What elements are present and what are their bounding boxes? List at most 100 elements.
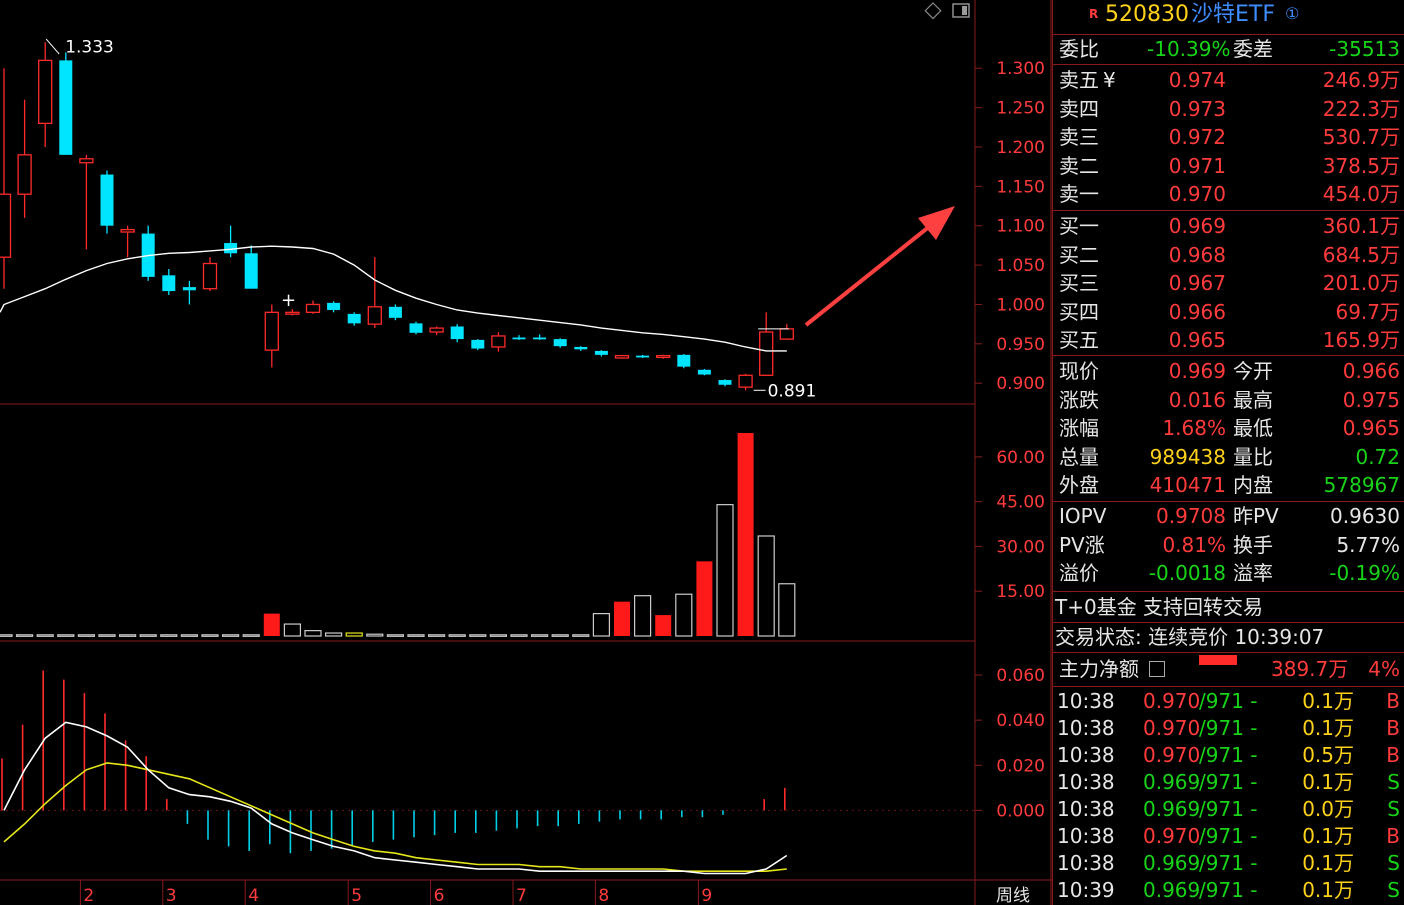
volume-bar: [489, 634, 507, 637]
volume-bar: [77, 634, 96, 637]
tick-ref: /971 -: [1199, 851, 1258, 875]
volume-bar: [139, 634, 157, 637]
tick-volume: 0.0万: [1302, 797, 1354, 821]
price-tick-label: 0.950: [996, 335, 1045, 355]
tick-volume: 0.1万: [1302, 770, 1354, 794]
tick-row[interactable]: 10:38 0.970/971 - 0.5万 B: [1057, 742, 1400, 769]
wc-value: -35513: [1329, 37, 1400, 61]
tick-volume: 0.5万: [1302, 743, 1354, 767]
volume-bar: [57, 634, 75, 637]
tick-side: S: [1387, 797, 1400, 821]
ask-row: 卖一 0.970 454.0万: [1057, 180, 1400, 208]
tick-price: 0.969: [1143, 797, 1201, 821]
ask-row: 卖四 0.973 222.3万: [1057, 95, 1400, 123]
wb-label: 委比: [1059, 37, 1099, 61]
tick-time: 10:38: [1057, 743, 1115, 767]
tick-time: 10:38: [1057, 689, 1115, 713]
candle-body: [182, 287, 196, 291]
stat-value: 989438: [1149, 444, 1226, 469]
volume-bar: [655, 615, 672, 636]
volume-bar: [778, 583, 796, 637]
candle-body: [491, 335, 506, 348]
tick-row[interactable]: 10:38 0.969/971 - 0.1万 S: [1057, 769, 1400, 796]
iopv-label-2: 溢率: [1233, 561, 1273, 586]
candle-body: [100, 174, 114, 226]
volume-bar: [222, 634, 240, 637]
bid-price: 0.967: [1168, 271, 1226, 296]
ask-label: 卖五: [1059, 68, 1099, 92]
tick-price: 0.970: [1143, 824, 1201, 848]
iopv-label-2: 换手: [1233, 532, 1273, 557]
volume-bar: [160, 634, 178, 637]
tick-volume: 0.1万: [1302, 824, 1354, 848]
stat-row: 涨跌 0.016 最高 0.975: [1057, 386, 1400, 414]
tick-row[interactable]: 10:38 0.969/971 - 0.0万 S: [1057, 796, 1400, 823]
ask-row: 卖二 0.971 378.5万: [1057, 152, 1400, 180]
security-name[interactable]: 沙特ETF: [1191, 0, 1275, 30]
price-tick-label: 1.150: [996, 177, 1045, 197]
ask-volume: 222.3万: [1322, 96, 1400, 121]
stat-label-2: 量比: [1233, 444, 1273, 469]
stat-row: 外盘 410471 内盘 578967: [1057, 471, 1400, 499]
bid-volume: 360.1万: [1322, 214, 1400, 238]
macd-tick-label: 0.020: [996, 756, 1045, 776]
stat-row: 总量 989438 量比 0.72: [1057, 443, 1400, 471]
iopv-label-2: 昨PV: [1233, 504, 1279, 528]
main-flow-row[interactable]: 主力净额 389.7万 4%: [1057, 655, 1400, 683]
tick-time: 10:38: [1057, 851, 1115, 875]
ask-price: 0.972: [1168, 125, 1226, 150]
stat-label: 现价: [1059, 359, 1099, 383]
bid-row: 买四 0.966 69.7万: [1057, 298, 1400, 326]
bid-label: 买四: [1059, 299, 1099, 324]
tick-ref: /971 -: [1199, 689, 1258, 713]
month-label: 8: [598, 886, 609, 905]
stat-label: 涨幅: [1059, 416, 1099, 441]
volume-bar: [407, 634, 425, 637]
tick-row[interactable]: 10:38 0.970/971 - 0.1万 B: [1057, 688, 1400, 715]
tick-side: B: [1386, 743, 1400, 767]
wc-label: 委差: [1233, 37, 1273, 61]
bid-label: 买五: [1059, 328, 1099, 353]
tick-price: 0.969: [1143, 770, 1201, 794]
tick-price: 0.970: [1143, 689, 1201, 713]
month-label: 4: [248, 886, 259, 905]
candle-body: [327, 302, 341, 310]
stat-value-2: 0.72: [1355, 444, 1400, 469]
volume-bar: [201, 634, 219, 637]
fund-note-text: T+0基金 支持回转交易: [1055, 595, 1264, 619]
period-label[interactable]: 周线: [996, 886, 1030, 905]
candle-body: [120, 229, 135, 233]
tick-row[interactable]: 10:39 0.969/971 - 0.1万 S: [1057, 877, 1400, 904]
volume-bar: [469, 634, 487, 637]
volume-bar: [36, 634, 54, 637]
candle-body: [285, 311, 300, 315]
kline-chart-panel[interactable]: 1.333 0.891 + 1.300 1.250 1.200 1.150 1.100 1.0…: [0, 0, 1052, 905]
volume-bar: [386, 634, 404, 637]
kline-chart[interactable]: 1.333 0.891 + 1.300 1.250 1.200 1.150 1.100 1.0…: [0, 0, 1052, 905]
volume-bar: [633, 595, 652, 637]
candle-body: [264, 311, 279, 351]
tick-ref: /971 -: [1199, 878, 1258, 902]
stat-value: 1.68%: [1162, 416, 1226, 441]
tick-row[interactable]: 10:38 0.969/971 - 0.1万 S: [1057, 850, 1400, 877]
candle-body: [388, 306, 402, 318]
bid-label: 买三: [1059, 271, 1099, 296]
stat-label-2: 内盘: [1233, 473, 1273, 498]
iopv-value-2: 0.9630: [1330, 504, 1400, 528]
stat-row: 现价 0.969 今开 0.966: [1057, 357, 1400, 385]
tick-row[interactable]: 10:38 0.970/971 - 0.1万 B: [1057, 715, 1400, 742]
volume-bar: [263, 613, 280, 636]
tick-ref: /971 -: [1199, 770, 1258, 794]
volume-bar: [675, 593, 693, 637]
tick-row[interactable]: 10:38 0.970/971 - 0.1万 B: [1057, 823, 1400, 850]
candle-body: [636, 355, 650, 358]
tick-time: 10:38: [1057, 770, 1115, 794]
ask-volume: 454.0万: [1322, 182, 1400, 207]
candle-body: [718, 380, 732, 385]
macd-tick-label: 0.000: [996, 801, 1045, 821]
macd-tick-label: 0.040: [996, 711, 1045, 731]
candle-body: [574, 346, 588, 350]
iopv-row: PV涨 0.81% 换手 5.77%: [1057, 531, 1400, 559]
candle-body: [594, 350, 608, 355]
ask-price: 0.974: [1168, 68, 1226, 92]
